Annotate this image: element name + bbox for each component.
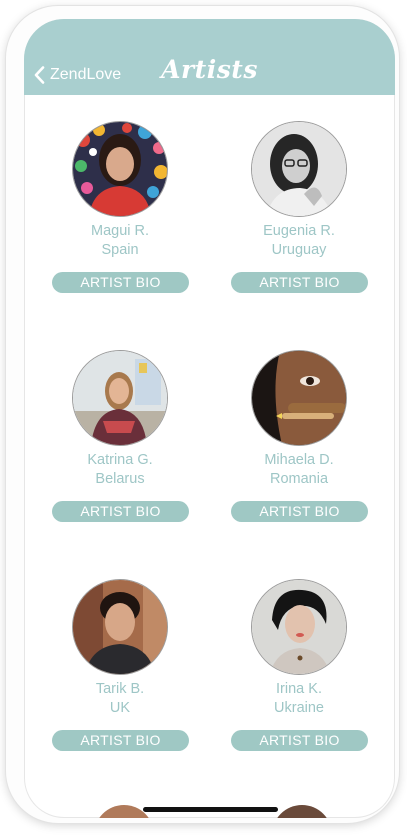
artist-bio-button[interactable]: ARTIST BIO [231, 501, 368, 522]
navigation-bar: ZendLove Artists [24, 19, 395, 95]
artist-avatar[interactable] [251, 121, 347, 217]
artist-name: Tarik B. [95, 681, 145, 697]
artist-grid: Magui R. Spain ARTIST BIO Eugenia R. Uru… [24, 95, 395, 818]
artist-country: Romania [269, 471, 329, 487]
artist-country: Uruguay [271, 242, 327, 258]
artist-bio-button[interactable]: ARTIST BIO [52, 272, 189, 293]
home-indicator [143, 807, 278, 812]
artist-country: Belarus [95, 471, 145, 487]
artist-name: Mihaela D. [264, 452, 334, 468]
app-screen: ZendLove Artists Magui R. Spain ARTIST B… [24, 19, 395, 818]
artist-name: Katrina G. [87, 452, 153, 468]
artist-bio-button[interactable]: ARTIST BIO [52, 730, 189, 751]
artist-avatar[interactable] [72, 121, 168, 217]
artist-avatar[interactable] [72, 579, 168, 675]
artist-bio-button[interactable]: ARTIST BIO [52, 501, 189, 522]
artist-bio-button[interactable]: ARTIST BIO [231, 272, 368, 293]
artist-avatar[interactable] [251, 350, 347, 446]
artist-avatar[interactable] [251, 579, 347, 675]
artist-bio-button[interactable]: ARTIST BIO [231, 730, 368, 751]
artist-country: Spain [101, 242, 139, 258]
artist-name: Eugenia R. [263, 223, 335, 239]
artist-name: Magui R. [90, 223, 150, 239]
page-title: Artists [161, 55, 258, 84]
artist-name: Irina K. [276, 681, 322, 697]
phone-frame: ZendLove Artists Magui R. Spain ARTIST B… [6, 6, 399, 823]
artist-avatar[interactable] [72, 350, 168, 446]
artist-country: Ukraine [274, 700, 324, 716]
artist-country: UK [109, 700, 131, 716]
